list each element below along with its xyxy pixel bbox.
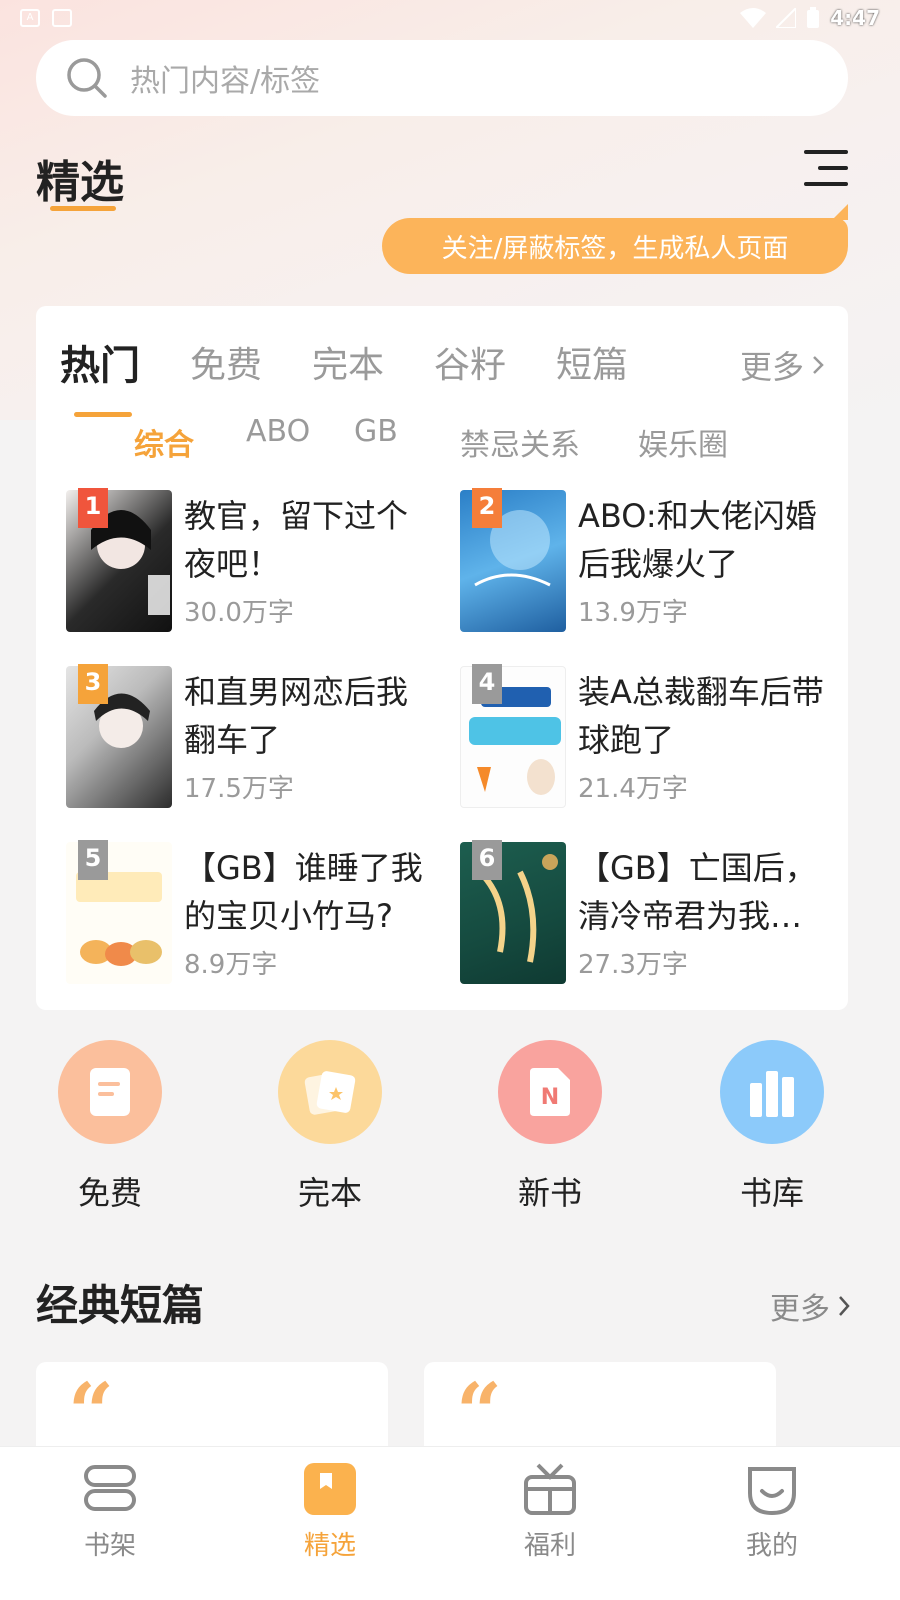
book-title: 教官，留下过个夜吧！ [184, 497, 409, 583]
gift-icon [520, 1461, 580, 1517]
book-item[interactable]: 1 教官，留下过个夜吧！ 30.0万字 [66, 488, 436, 640]
nav-label: 福利 [523, 1531, 576, 1561]
quick-link-label: 书库 [739, 1174, 804, 1212]
book-item[interactable]: 4 装A总裁翻车后带球跑了 21.4万字 [460, 664, 830, 816]
tab-guzi[interactable]: 谷籽 [434, 336, 506, 388]
book-title: ABO:和大佬闪婚后我爆火了 [578, 497, 817, 583]
battery-icon [807, 7, 820, 28]
search-placeholder: 热门内容/标签 [130, 64, 321, 99]
book-item[interactable]: 3 和直男网恋后我翻车了 17.5万字 [66, 664, 436, 816]
tab-label: 谷籽 [434, 345, 507, 386]
book-word-count: 13.9万字 [578, 598, 688, 628]
book-word-count: 17.5万字 [184, 774, 294, 804]
book-word-count: 21.4万字 [578, 774, 688, 804]
rank-badge: 6 [472, 840, 502, 880]
subtab-taboo[interactable]: 禁忌关系 [460, 420, 580, 464]
new-book-icon: N [498, 1040, 602, 1144]
subtab-abo[interactable]: ABO [246, 414, 310, 449]
rank-badge: 1 [78, 488, 108, 528]
book-title: 和直男网恋后我翻车了 [184, 673, 409, 759]
book-title: 【GB】谁睡了我的宝贝小竹马? [184, 849, 423, 935]
subtab-entertainment[interactable]: 娱乐圈 [638, 420, 728, 464]
signal-icon [776, 8, 797, 28]
quote-icon: “ [456, 1365, 503, 1459]
quick-link-label: 新书 [517, 1174, 582, 1212]
book-word-count: 8.9万字 [184, 950, 278, 980]
nav-featured[interactable]: 精选 [270, 1461, 390, 1562]
quick-link-label: 完本 [297, 1174, 362, 1212]
tab-label: 免费 [190, 345, 263, 386]
tab-free[interactable]: 免费 [190, 336, 262, 388]
page-title: 精选 [36, 157, 124, 208]
rank-badge: 3 [78, 664, 108, 704]
quick-link-new[interactable]: N 新书 [490, 1040, 610, 1214]
tag-tip-bubble[interactable]: 关注/屏蔽标签，生成私人页面 [382, 204, 848, 274]
svg-text:N: N [541, 1085, 559, 1110]
subtab-general[interactable]: 综合 [134, 420, 194, 464]
document-icon [58, 1040, 162, 1144]
rank-badge: 2 [472, 488, 502, 528]
quick-link-free[interactable]: 免费 [50, 1040, 170, 1214]
nav-label: 我的 [745, 1531, 798, 1561]
title-underline [50, 206, 116, 211]
tab-hot[interactable]: 热门 [60, 333, 140, 417]
tab-label: 热门 [60, 343, 140, 389]
tab-label: 短篇 [556, 345, 629, 386]
category-tabs: 热门 免费 完本 谷籽 短篇 更多 [60, 332, 824, 417]
notification-icon-2 [52, 9, 72, 27]
book-item[interactable]: 5 【GB】谁睡了我的宝贝小竹马? 8.9万字 [66, 840, 436, 992]
quick-link-library[interactable]: 书库 [712, 1040, 832, 1214]
book-title: 【GB】亡国后，清冷帝君为我… [578, 849, 817, 935]
book-item[interactable]: 6 【GB】亡国后，清冷帝君为我… 27.3万字 [460, 840, 830, 992]
library-icon [720, 1040, 824, 1144]
status-left: A [20, 9, 72, 27]
status-bar: A 4:47 [0, 0, 900, 36]
chevron-right-icon [813, 356, 824, 374]
quick-link-label: 免费 [77, 1174, 142, 1212]
book-word-count: 30.0万字 [184, 598, 294, 628]
cards-icon [278, 1040, 382, 1144]
wifi-icon [740, 8, 767, 28]
search-icon [67, 58, 107, 98]
book-word-count: 27.3万字 [578, 950, 688, 980]
subtab-gb[interactable]: GB [354, 414, 398, 449]
tab-active-indicator [74, 412, 132, 417]
chevron-right-icon [839, 1296, 850, 1316]
more-label: 更多 [770, 1292, 830, 1327]
tabs-more-button[interactable]: 更多 [740, 342, 824, 388]
tip-text: 关注/屏蔽标签，生成私人页面 [441, 233, 789, 264]
book-item[interactable]: 2 ABO:和大佬闪婚后我爆火了 13.9万字 [460, 488, 830, 640]
featured-icon [300, 1461, 360, 1517]
section-more-button[interactable]: 更多 [770, 1284, 850, 1328]
bookshelf-icon [80, 1461, 140, 1517]
section-title: 经典短篇 [36, 1281, 205, 1330]
nav-label: 书架 [83, 1531, 136, 1561]
menu-icon[interactable] [804, 148, 848, 190]
tab-complete[interactable]: 完本 [312, 336, 384, 388]
tab-label: 完本 [312, 345, 385, 386]
rank-badge: 5 [78, 840, 108, 880]
profile-icon [742, 1461, 802, 1517]
status-time: 4:47 [830, 6, 880, 30]
notification-icon: A [20, 9, 40, 27]
search-bar[interactable]: 热门内容/标签 [36, 40, 848, 116]
tip-corner [832, 204, 848, 220]
nav-profile[interactable]: 我的 [712, 1461, 832, 1562]
nav-welfare[interactable]: 福利 [490, 1461, 610, 1562]
nav-label: 精选 [303, 1531, 356, 1561]
status-right: 4:47 [740, 6, 880, 30]
more-label: 更多 [739, 348, 804, 386]
rank-badge: 4 [472, 664, 502, 704]
tab-short[interactable]: 短篇 [556, 336, 628, 388]
nav-bookshelf[interactable]: 书架 [50, 1461, 170, 1562]
bottom-nav: 书架 精选 福利 我的 [0, 1446, 900, 1600]
book-title: 装A总裁翻车后带球跑了 [578, 673, 824, 759]
quote-icon: “ [68, 1365, 115, 1459]
quick-link-complete[interactable]: 完本 [270, 1040, 390, 1214]
